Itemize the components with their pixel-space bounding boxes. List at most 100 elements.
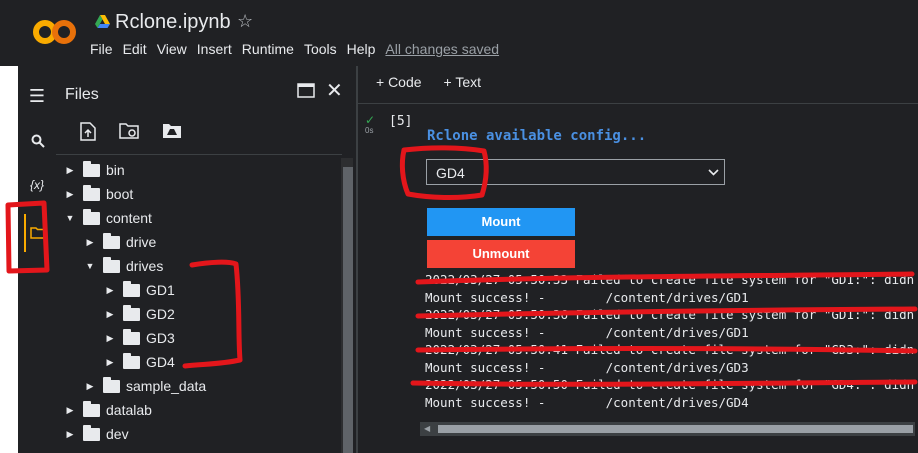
menu-runtime[interactable]: Runtime [242, 41, 294, 57]
execution-count[interactable]: [5] [389, 114, 412, 129]
tree-item-boot[interactable]: ▶ boot [56, 182, 350, 206]
log-line: 2022/03/27 05:50:41 Failed to create fil… [425, 342, 915, 357]
folder-icon[interactable] [30, 226, 46, 239]
google-drive-icon [95, 15, 110, 28]
tree-item-label: bin [106, 162, 125, 178]
files-divider [56, 154, 342, 155]
menu-help[interactable]: Help [347, 41, 376, 57]
chevron-down-icon [708, 169, 719, 176]
tree-item-drive[interactable]: ▶ drive [56, 230, 370, 254]
caret-right-icon[interactable]: ▶ [104, 285, 116, 296]
notebook-title[interactable]: Rclone.ipynb [115, 11, 231, 34]
caret-right-icon[interactable]: ▶ [64, 405, 76, 416]
scroll-left-icon[interactable]: ◀ [424, 424, 430, 433]
variables-icon[interactable]: {x} [18, 178, 56, 192]
tree-item-gd3[interactable]: ▶ GD3 [56, 326, 390, 350]
log-line: Mount success! - /content/drives/GD1 [425, 289, 749, 305]
tree-item-label: GD3 [146, 330, 175, 346]
caret-right-icon[interactable]: ▶ [104, 357, 116, 368]
caret-right-icon[interactable]: ▶ [64, 189, 76, 200]
menu-bar: File Edit View Insert Runtime Tools Help… [90, 41, 509, 57]
menu-icon[interactable]: ☰ [18, 86, 56, 107]
log-line: Mount success! - /content/drives/GD3 [425, 359, 749, 375]
tree-item-label: sample_data [126, 378, 207, 394]
menu-file[interactable]: File [90, 41, 113, 57]
files-toolbar [80, 122, 182, 141]
save-status-link[interactable]: All changes saved [385, 41, 499, 57]
menu-insert[interactable]: Insert [197, 41, 232, 57]
menu-view[interactable]: View [157, 41, 187, 57]
tree-item-gd2[interactable]: ▶ GD2 [56, 302, 390, 326]
tree-item-label: GD2 [146, 306, 175, 322]
refresh-folder-icon[interactable] [119, 122, 139, 139]
tree-item-label: content [106, 210, 152, 226]
mount-drive-icon[interactable] [162, 122, 182, 139]
notebook-toolbar: + Code + Text [376, 74, 481, 90]
log-line: 2022/03/27 05:50:33 Failed to create fil… [425, 272, 915, 287]
tree-item-sample-data[interactable]: ▶ sample_data [56, 374, 370, 398]
log-line: 2022/03/27 05:50:50 Failed to create fil… [425, 377, 915, 392]
close-icon[interactable]: ✕ [326, 78, 343, 103]
folder-icon [103, 232, 120, 249]
files-title: Files [65, 86, 99, 103]
mount-button[interactable]: Mount [427, 208, 575, 236]
search-icon[interactable] [31, 134, 45, 148]
log-line: Mount success! - /content/drives/GD4 [425, 394, 749, 410]
left-edge [0, 66, 18, 453]
active-indicator [24, 214, 26, 252]
cell-top-border [358, 103, 918, 104]
tree-item-label: datalab [106, 402, 152, 418]
tree-item-label: GD4 [146, 354, 175, 370]
tree-item-content[interactable]: ▼ content [56, 206, 350, 230]
log-line: Mount success! - /content/drives/GD1 [425, 324, 749, 340]
folder-icon [123, 304, 140, 321]
colab-logo[interactable] [33, 17, 79, 47]
folder-icon [83, 400, 100, 417]
star-icon[interactable]: ☆ [237, 11, 253, 32]
folder-icon [83, 424, 100, 441]
tree-item-bin[interactable]: ▶ bin [56, 158, 350, 182]
tree-item-label: boot [106, 186, 134, 202]
menu-tools[interactable]: Tools [304, 41, 337, 57]
tree-item-label: drives [126, 258, 164, 274]
add-code-button[interactable]: + Code [376, 74, 422, 90]
tree-item-gd4[interactable]: ▶ GD4 [56, 350, 390, 374]
files-scrollbar-thumb[interactable] [343, 167, 353, 453]
folder-icon [123, 280, 140, 297]
caret-right-icon[interactable]: ▶ [64, 165, 76, 176]
caret-right-icon[interactable]: ▶ [104, 309, 116, 320]
folder-icon [83, 184, 100, 201]
caret-right-icon[interactable]: ▶ [104, 333, 116, 344]
tree-item-label: drive [126, 234, 157, 250]
caret-right-icon[interactable]: ▶ [84, 237, 96, 248]
tree-item-label: GD1 [146, 282, 175, 298]
caret-right-icon[interactable]: ▶ [64, 429, 76, 440]
folder-icon [83, 208, 100, 225]
log-scrollbar-thumb[interactable] [438, 425, 913, 433]
open-in-tab-icon[interactable] [297, 83, 315, 98]
check-icon: ✓ [365, 113, 376, 127]
caret-right-icon[interactable]: ▶ [84, 381, 96, 392]
config-select[interactable]: GD4 [426, 159, 725, 185]
panel-divider[interactable] [356, 66, 358, 453]
folder-icon [83, 160, 100, 177]
unmount-button[interactable]: Unmount [427, 240, 575, 268]
folder-icon [103, 376, 120, 393]
tree-item-datalab[interactable]: ▶ datalab [56, 398, 350, 422]
folder-icon [123, 328, 140, 345]
upload-file-icon[interactable] [80, 122, 96, 141]
output-title: Rclone available config... [427, 128, 647, 144]
tree-item-gd1[interactable]: ▶ GD1 [56, 278, 390, 302]
files-panel: Files ✕ ▶ bin ▶ boot ▼ content ▶ drive ▼ drives ▶ G… [56, 66, 356, 453]
output-log: 2022/03/27 05:50:33 Failed to create fil… [425, 271, 915, 411]
log-line: 2022/03/27 05:50:36 Failed to create fil… [425, 307, 915, 322]
tree-item-label: dev [106, 426, 129, 442]
caret-down-icon[interactable]: ▼ [84, 261, 96, 271]
tree-item-drives[interactable]: ▼ drives [56, 254, 370, 278]
menu-edit[interactable]: Edit [123, 41, 147, 57]
add-text-button[interactable]: + Text [444, 74, 482, 90]
side-icon-rail: ☰ {x} [18, 66, 56, 453]
tree-item-dev[interactable]: ▶ dev [56, 422, 350, 446]
folder-icon [103, 256, 120, 273]
caret-down-icon[interactable]: ▼ [64, 213, 76, 223]
